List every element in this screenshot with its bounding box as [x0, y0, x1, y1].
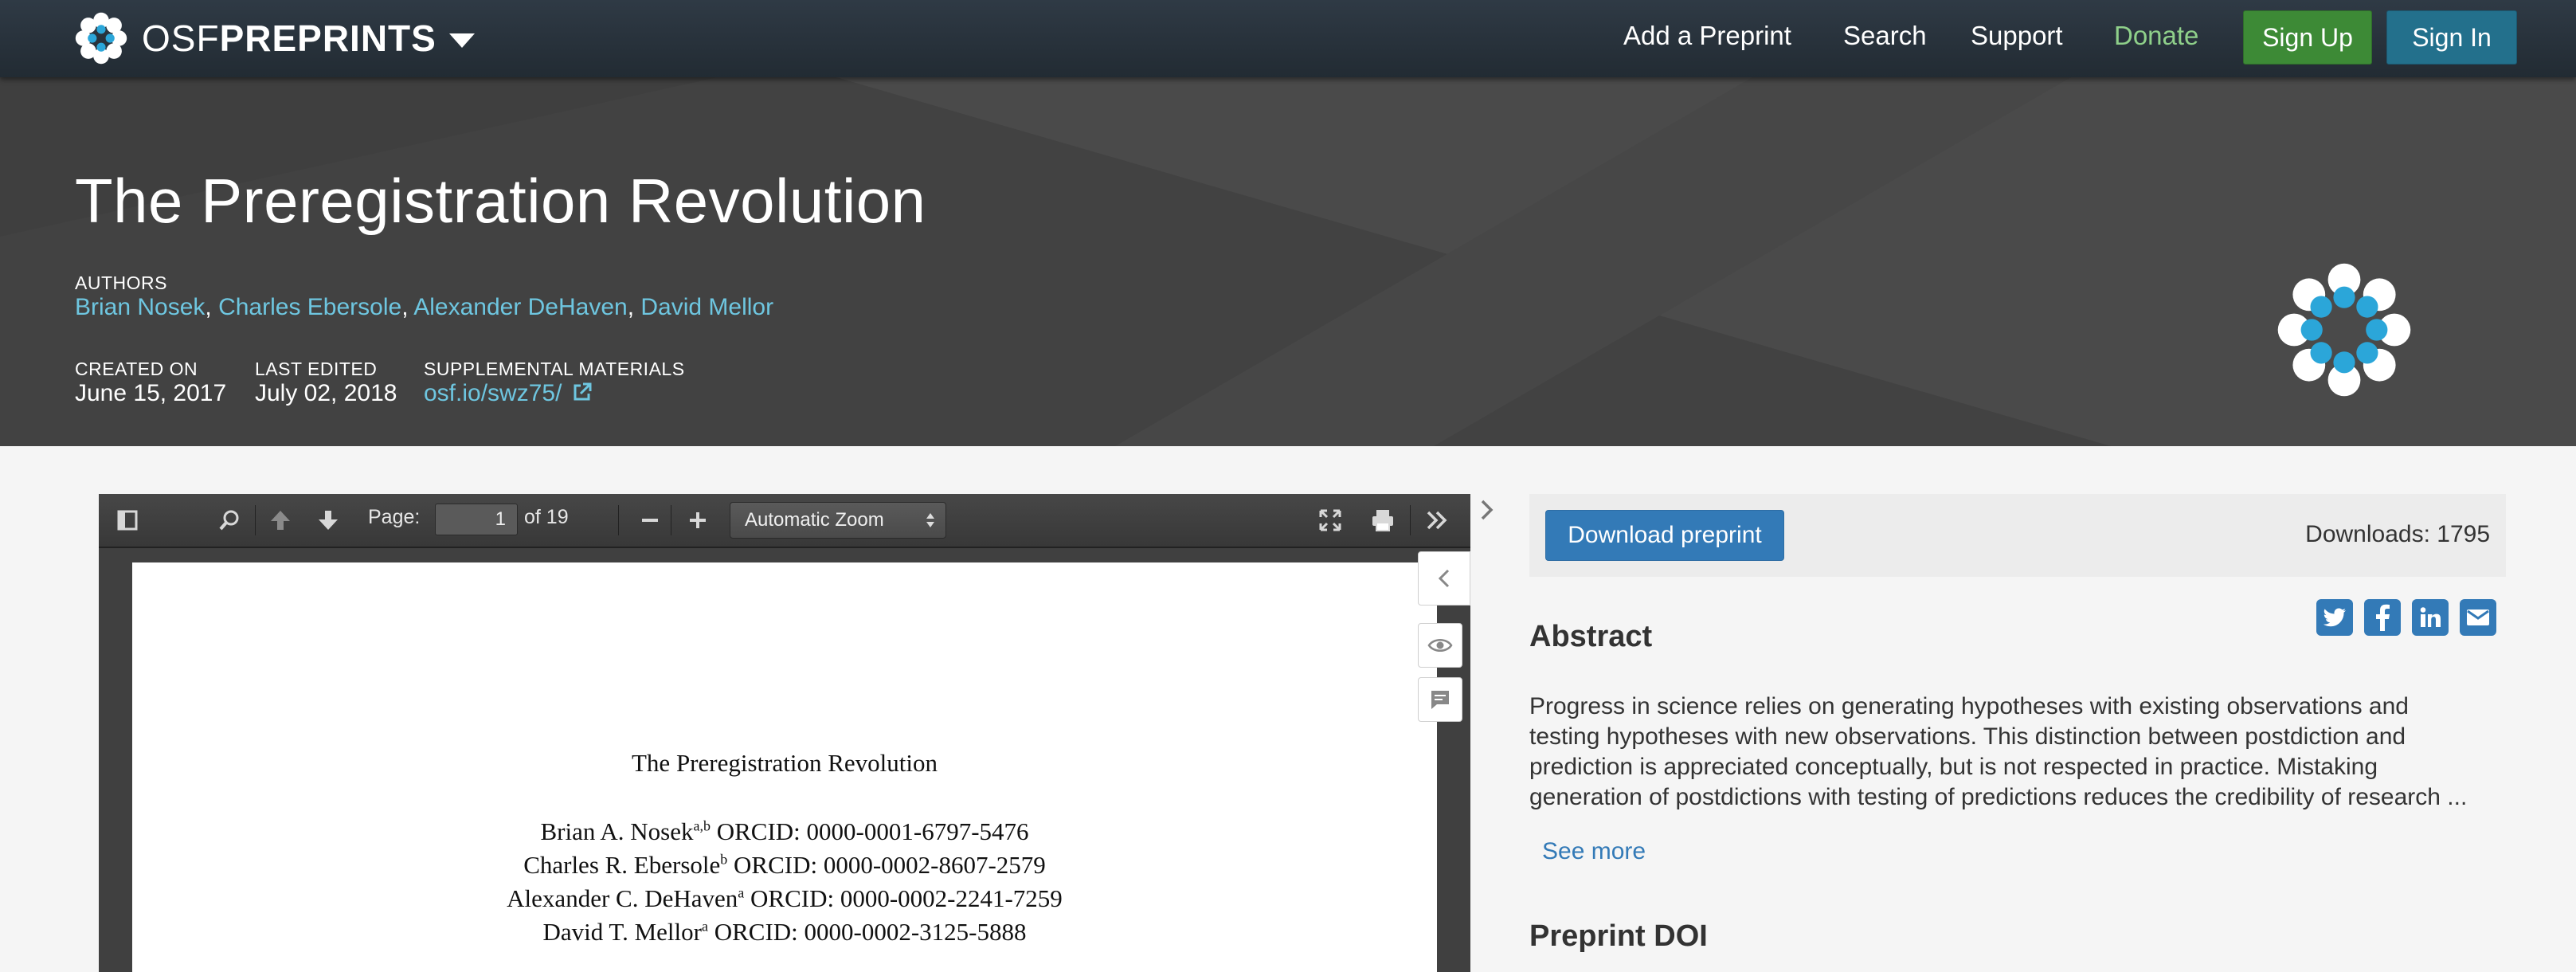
brand-osf: OSF: [142, 18, 220, 59]
page-count: of 19: [524, 506, 569, 528]
supplemental-link[interactable]: osf.io/swz75/: [424, 380, 593, 407]
view-button[interactable]: [1418, 623, 1462, 668]
select-arrows-icon: [926, 513, 934, 527]
author-link[interactable]: Charles Ebersole: [218, 294, 401, 320]
author-link[interactable]: Alexander DeHaven: [413, 294, 628, 320]
facebook-icon[interactable]: [2364, 599, 2401, 636]
created-date: June 15, 2017: [75, 380, 227, 406]
zoom-select[interactable]: Automatic Zoom: [730, 502, 946, 539]
edited-date: July 02, 2018: [255, 380, 397, 406]
brand-menu[interactable]: OSF PREPRINTS: [73, 8, 475, 69]
authors-label: AUTHORS: [75, 272, 167, 293]
caret-down-icon[interactable]: [448, 33, 475, 48]
pdf-viewer[interactable]: Page: 1 of 19 Automatic Zoom The Preregi…: [99, 494, 1470, 972]
print-icon[interactable]: [1370, 508, 1396, 533]
sidebar-toggle-icon[interactable]: [115, 508, 140, 533]
created-label: CREATED ON: [75, 359, 198, 379]
download-bar: Download preprint Downloads: 1795: [1529, 494, 2506, 577]
eye-icon: [1427, 639, 1453, 652]
osf-large-logo-icon: [2277, 263, 2411, 397]
zoom-select-value: Automatic Zoom: [745, 509, 884, 531]
page-number-input[interactable]: 1: [435, 504, 518, 535]
author-link[interactable]: Brian Nosek: [75, 294, 205, 320]
double-chevron-right-icon[interactable]: [1424, 508, 1450, 533]
author-link[interactable]: David Mellor: [640, 294, 773, 320]
document-author-line: Brian A. Noseka,b ORCID: 0000-0001-6797-…: [540, 817, 1029, 845]
page-label: Page:: [368, 506, 421, 528]
top-navbar: OSF PREPRINTS Add a Preprint Search Suppo…: [0, 0, 2576, 77]
nav-donate[interactable]: Donate: [2114, 21, 2198, 51]
download-preprint-button[interactable]: Download preprint: [1545, 510, 1784, 561]
supplemental-link-text: osf.io/swz75/: [424, 380, 562, 406]
annotations-button[interactable]: [1418, 677, 1462, 722]
nav-search[interactable]: Search: [1843, 21, 1927, 51]
previous-page-icon[interactable]: [268, 508, 293, 533]
find-icon[interactable]: [217, 508, 242, 533]
zoom-in-icon[interactable]: [685, 508, 711, 533]
comment-icon: [1431, 691, 1449, 709]
brand-preprints: PREPRINTS: [219, 18, 437, 59]
document-author-line: Alexander C. DeHavena ORCID: 0000-0002-2…: [507, 884, 1063, 912]
twitter-icon[interactable]: [2316, 599, 2353, 636]
next-page-icon[interactable]: [315, 508, 341, 533]
external-link-icon: [574, 382, 592, 401]
nav-add-preprint[interactable]: Add a Preprint: [1623, 21, 1791, 51]
downloads-count: Downloads: 1795: [2305, 521, 2490, 547]
document-author-line: Charles R. Ebersoleb ORCID: 0000-0002-86…: [523, 851, 1046, 879]
email-icon[interactable]: [2460, 599, 2496, 636]
sign-up-button[interactable]: Sign Up: [2243, 10, 2372, 65]
nav-support[interactable]: Support: [1971, 21, 2063, 51]
author-list: Brian Nosek, Charles Ebersole, Alexander…: [75, 294, 774, 320]
abstract-text: Progress in science relies on generating…: [1529, 693, 2468, 810]
document-title: The Preregistration Revolution: [632, 749, 938, 777]
chevron-right-icon: [1481, 500, 1494, 520]
pdf-toolbar: Page: 1 of 19 Automatic Zoom: [99, 494, 1470, 548]
see-more-link[interactable]: See more: [1542, 838, 1646, 865]
page-title: The Preregistration Revolution: [75, 166, 926, 236]
edited-label: LAST EDITED: [255, 359, 378, 379]
sign-in-button[interactable]: Sign In: [2386, 10, 2517, 65]
osf-logo-icon: [75, 12, 127, 65]
zoom-out-icon[interactable]: [637, 508, 663, 533]
preprint-header: The Preregistration Revolution AUTHORS B…: [0, 77, 2576, 446]
fullscreen-icon[interactable]: [1317, 508, 1343, 533]
chevron-left-icon: [1438, 569, 1450, 588]
linkedin-icon[interactable]: [2412, 599, 2449, 636]
supplemental-label: SUPPLEMENTAL MATERIALS: [424, 359, 685, 379]
expand-viewer-button[interactable]: [1475, 497, 1499, 529]
abstract-heading: Abstract: [1529, 620, 1653, 653]
preprint-doi-heading: Preprint DOI: [1529, 919, 1708, 953]
pdf-page: The Preregistration Revolution Brian A. …: [132, 562, 1437, 972]
collapse-panel-button[interactable]: [1418, 551, 1470, 606]
document-author-line: David T. Mellora ORCID: 0000-0002-3125-5…: [542, 918, 1027, 946]
